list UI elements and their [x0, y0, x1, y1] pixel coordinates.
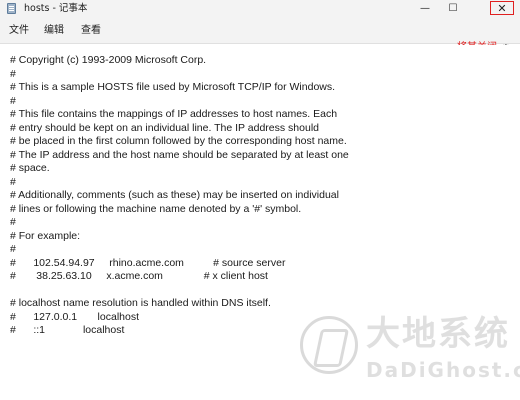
editor-content[interactable]: # Copyright (c) 1993-2009 Microsoft Corp… — [10, 54, 349, 338]
menu-view[interactable]: 查看 — [81, 24, 101, 38]
menu-edit[interactable]: 编辑 — [44, 24, 64, 38]
minimize-button[interactable]: — — [412, 0, 438, 18]
title-bar: hosts - 记事本 — ☐ ✕ — [0, 0, 520, 18]
maximize-button[interactable]: ☐ — [440, 0, 466, 18]
window-title: hosts - 记事本 — [24, 3, 88, 14]
menu-file[interactable]: 文件 — [9, 24, 29, 38]
notepad-icon — [7, 3, 16, 14]
menu-bar: 文件 编辑 查看 将其关闭 ⚙ — [0, 18, 520, 55]
close-button[interactable]: ✕ — [490, 1, 514, 15]
text-editor[interactable]: # Copyright (c) 1993-2009 Microsoft Corp… — [0, 45, 520, 400]
